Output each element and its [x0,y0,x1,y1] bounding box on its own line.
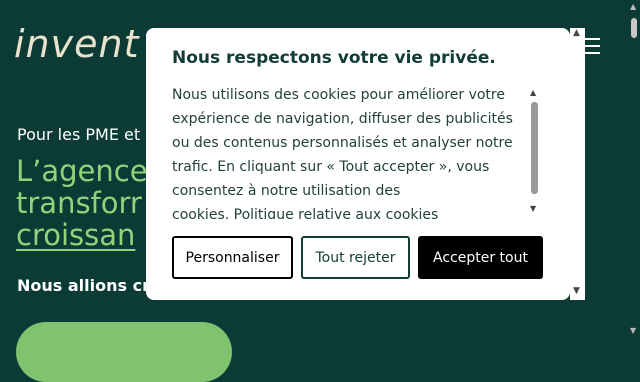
hero-cta-button[interactable] [16,322,232,382]
consent-text-scrollbar[interactable]: ▲ ▼ [529,88,541,216]
cookie-consent-dialog: Nous respectons votre vie privée. Nous u… [146,28,570,300]
scroll-up-arrow-icon[interactable]: ▲ [530,88,536,97]
consent-text: Nous utilisons des cookies pour améliore… [172,87,513,199]
dialog-scrollbar[interactable]: ▲ ▼ [570,28,585,300]
customize-button[interactable]: Personnaliser [172,236,293,279]
accept-all-button[interactable]: Accepter tout [418,236,543,279]
brand-logo[interactable]: invent [14,22,140,66]
page-scrollbar[interactable]: ▲ ▼ [628,0,640,341]
cookie-policy-link[interactable]: Politique relative aux cookies [234,207,439,219]
page-scrollbar-thumb[interactable] [631,18,637,38]
consent-text-tail-word: cookies. [172,207,230,219]
reject-all-button[interactable]: Tout rejeter [301,236,410,279]
consent-title: Nous respectons votre vie privée. [172,48,496,68]
hero-subtitle: Pour les PME et C [17,125,157,144]
consent-text-tail: cookies. Politique relative aux cookies [172,203,522,219]
scroll-up-arrow-icon[interactable]: ▲ [630,2,636,11]
consent-body: Nous utilisons des cookies pour améliore… [172,83,522,219]
scroll-down-arrow-icon[interactable]: ▼ [573,286,580,296]
scroll-down-arrow-icon[interactable]: ▼ [530,204,536,213]
scroll-down-arrow-icon[interactable]: ▼ [630,326,636,335]
scroll-up-arrow-icon[interactable]: ▲ [573,28,580,38]
hero-lead: Nous allions cré [17,276,161,295]
consent-scrollbar-thumb[interactable] [531,102,538,194]
